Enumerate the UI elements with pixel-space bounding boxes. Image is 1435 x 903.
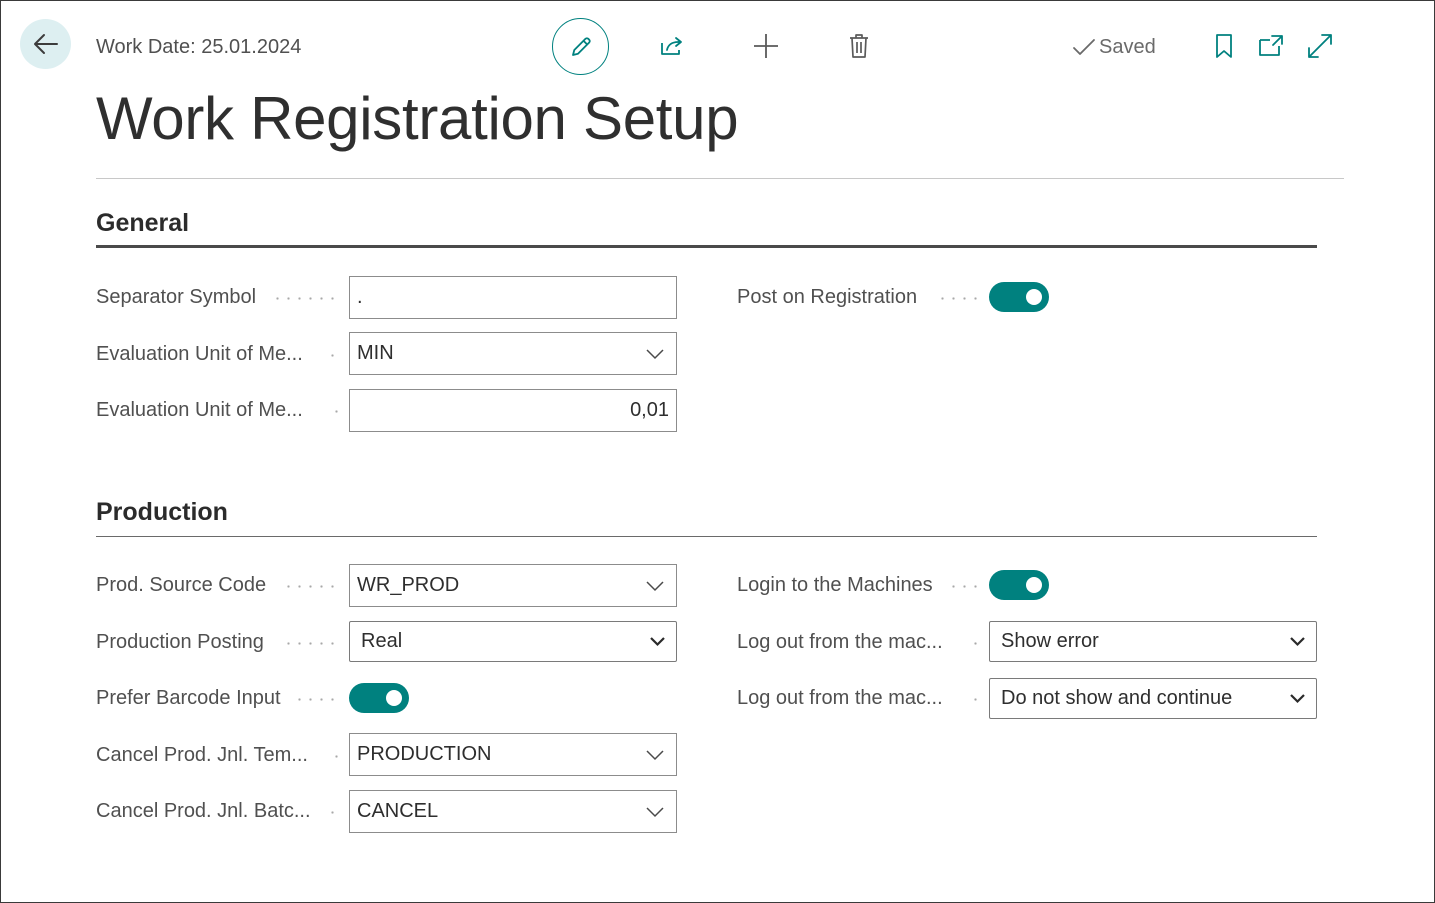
login-machines-label: Login to the Machines — [737, 574, 933, 596]
open-new-window-icon — [1259, 35, 1283, 56]
logout-1-select[interactable]: Show error — [989, 621, 1317, 662]
field-dots — [283, 642, 338, 645]
prod-source-code-value: WR_PROD — [357, 574, 460, 596]
cancel-batch-label: Cancel Prod. Jnl. Batc... — [96, 800, 311, 822]
title-divider — [96, 178, 1344, 179]
share-icon — [661, 37, 682, 55]
cancel-template-label: Cancel Prod. Jnl. Tem... — [96, 744, 308, 766]
field-dots — [331, 755, 342, 758]
expand-button[interactable] — [1306, 32, 1334, 60]
saved-label: Saved — [1099, 36, 1156, 58]
separator-symbol-input[interactable]: . — [349, 276, 677, 319]
field-dots — [937, 297, 981, 300]
prefer-barcode-input-toggle[interactable] — [349, 683, 409, 713]
eval-unit-rounding-input[interactable]: 0,01 — [349, 389, 677, 432]
logout-2-value: Do not show and continue — [1001, 687, 1233, 709]
prod-source-code-label: Prod. Source Code — [96, 574, 267, 596]
toggle-knob — [1026, 289, 1042, 305]
toggle-knob — [1026, 577, 1042, 593]
post-on-registration-label: Post on Registration — [737, 286, 918, 308]
bookmark-icon — [1216, 34, 1232, 58]
toggle-knob — [386, 690, 402, 706]
eval-unit-code-value: MIN — [357, 342, 394, 364]
arrow-left-icon — [33, 34, 58, 54]
share-button[interactable] — [658, 32, 686, 60]
field-dots — [294, 698, 338, 701]
production-posting-select[interactable]: Real — [349, 621, 677, 662]
field-dots — [327, 354, 338, 357]
field-dots — [970, 642, 981, 645]
trash-icon — [850, 34, 868, 58]
logout-1-value: Show error — [1001, 630, 1099, 652]
login-machines-toggle[interactable] — [989, 570, 1049, 600]
open-new-window-button[interactable] — [1257, 32, 1285, 60]
back-button[interactable] — [20, 19, 71, 69]
section-divider-production — [96, 536, 1317, 537]
chevron-down-icon — [1290, 694, 1305, 704]
saved-status: Saved — [1072, 36, 1156, 59]
logout-2-select[interactable]: Do not show and continue — [989, 678, 1317, 719]
eval-unit-rounding-label: Evaluation Unit of Me... — [96, 399, 303, 421]
field-dots — [283, 585, 338, 588]
separator-symbol-label: Separator Symbol — [96, 286, 257, 308]
logout-2-label: Log out from the mac... — [737, 687, 943, 709]
separator-symbol-value: . — [357, 286, 363, 308]
production-posting-value: Real — [361, 630, 403, 652]
chevron-down-icon[interactable] — [646, 345, 664, 363]
field-dots — [948, 585, 981, 588]
cancel-template-lookup[interactable]: PRODUCTION — [349, 733, 677, 776]
chevron-down-icon[interactable] — [646, 746, 664, 764]
section-title-production[interactable]: Production — [96, 498, 228, 527]
cancel-template-value: PRODUCTION — [357, 743, 492, 765]
field-dots — [331, 410, 342, 413]
edit-button[interactable] — [552, 18, 609, 75]
pencil-icon — [571, 36, 591, 56]
eval-unit-code-lookup[interactable]: MIN — [349, 332, 677, 375]
new-button[interactable] — [752, 32, 780, 60]
field-dots — [970, 698, 981, 701]
bookmark-button[interactable] — [1210, 32, 1238, 60]
work-date: Work Date: 25.01.2024 — [96, 36, 302, 58]
field-dots — [272, 297, 338, 300]
eval-unit-rounding-value: 0,01 — [630, 399, 669, 421]
cancel-batch-lookup[interactable]: CANCEL — [349, 790, 677, 833]
post-on-registration-toggle[interactable] — [989, 282, 1049, 312]
plus-icon — [754, 34, 778, 58]
eval-unit-code-label: Evaluation Unit of Me... — [96, 343, 303, 365]
prod-source-code-lookup[interactable]: WR_PROD — [349, 564, 677, 607]
page-title: Work Registration Setup — [96, 85, 739, 152]
cancel-batch-value: CANCEL — [357, 800, 439, 822]
section-title-general[interactable]: General — [96, 209, 189, 238]
expand-icon — [1308, 34, 1332, 58]
chevron-down-icon — [650, 637, 665, 647]
chevron-down-icon[interactable] — [646, 803, 664, 821]
checkmark-icon — [1073, 38, 1095, 55]
production-posting-label: Production Posting — [96, 631, 264, 653]
section-divider-general — [96, 245, 1317, 248]
chevron-down-icon — [1290, 637, 1305, 647]
delete-button[interactable] — [845, 32, 873, 60]
field-dots — [327, 811, 338, 814]
logout-1-label: Log out from the mac... — [737, 631, 943, 653]
chevron-down-icon[interactable] — [646, 577, 664, 595]
prefer-barcode-input-label: Prefer Barcode Input — [96, 687, 281, 709]
